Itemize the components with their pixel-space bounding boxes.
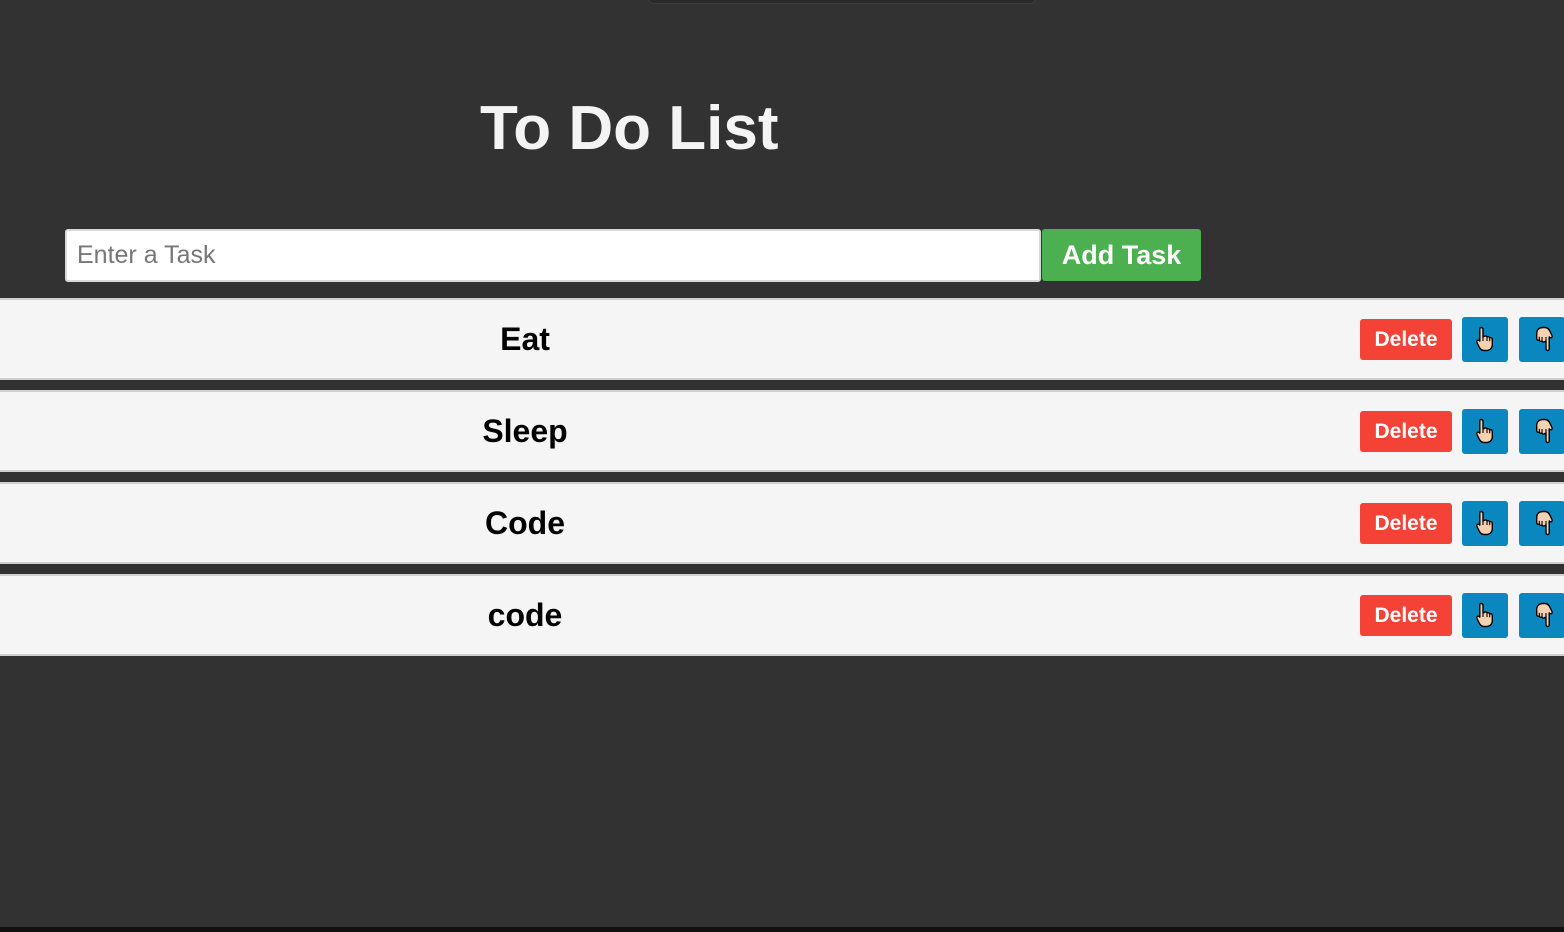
task-row: Code Delete [0,482,1564,564]
page-title: To Do List [480,94,779,163]
pointing-down-hand-icon [1536,326,1553,352]
bottom-edge [0,927,1564,932]
move-down-button[interactable] [1519,593,1564,638]
delete-button[interactable]: Delete [1360,595,1452,636]
move-down-button[interactable] [1519,409,1564,454]
task-row: Eat Delete [0,298,1564,380]
add-task-button[interactable]: Add Task [1042,229,1201,281]
delete-button[interactable]: Delete [1360,411,1452,452]
pointing-up-hand-icon [1476,510,1493,536]
task-text: Code [485,505,565,541]
move-up-button[interactable] [1462,501,1508,546]
task-input[interactable] [65,229,1041,282]
pointing-down-hand-icon [1536,510,1553,536]
pointing-up-hand-icon [1476,326,1493,352]
delete-button[interactable]: Delete [1360,503,1452,544]
task-row: code Delete [0,574,1564,656]
pointing-up-hand-icon [1476,418,1493,444]
task-text: Sleep [482,413,568,449]
move-up-button[interactable] [1462,317,1508,362]
task-text: Eat [500,321,550,357]
task-text: code [487,597,563,633]
move-down-button[interactable] [1519,501,1564,546]
pointing-up-hand-icon [1476,602,1493,628]
top-tab-edge [648,0,1036,4]
move-up-button[interactable] [1462,409,1508,454]
pointing-down-hand-icon [1536,418,1553,444]
task-row: Sleep Delete [0,390,1564,472]
delete-button[interactable]: Delete [1360,319,1452,360]
pointing-down-hand-icon [1536,602,1553,628]
move-up-button[interactable] [1462,593,1508,638]
move-down-button[interactable] [1519,317,1564,362]
